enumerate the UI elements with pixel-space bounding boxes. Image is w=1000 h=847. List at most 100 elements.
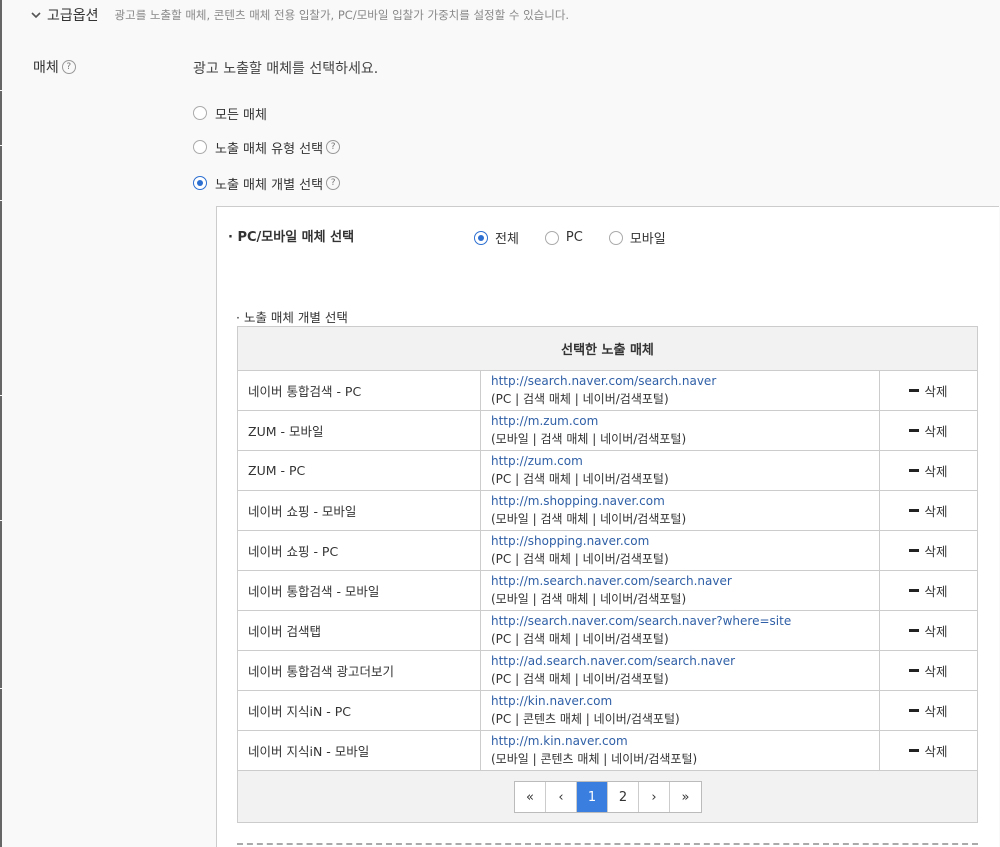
table-row: 네이버 통합검색 - PC http://search.naver.com/sea… (238, 371, 977, 411)
help-icon[interactable]: ? (326, 176, 341, 190)
media-detail: http://search.naver.com/search.naver (PC … (481, 371, 880, 410)
help-icon[interactable]: ? (61, 60, 76, 74)
media-option-all[interactable]: 모든 매체 (193, 104, 267, 123)
delete-button[interactable]: 삭제 (909, 741, 948, 760)
device-option-label: 모바일 (629, 232, 666, 247)
media-option-label: 노출 매체 개별 선택 (215, 177, 324, 193)
media-field-label: 매체 ? (33, 57, 76, 77)
media-name: 네이버 통합검색 - PC (238, 371, 481, 410)
media-detail: http://kin.naver.com (PC | 콘텐츠 매체 | 네이버/검… (481, 691, 880, 730)
delete-button[interactable]: 삭제 (909, 501, 948, 520)
table-row: 네이버 통합검색 - 모바일 http://m.search.naver.com/… (238, 571, 977, 611)
device-option-pc[interactable]: PC (544, 230, 583, 245)
minus-icon (909, 589, 920, 592)
media-url-link[interactable]: http://kin.naver.com (491, 692, 879, 710)
delete-label: 삭제 (924, 424, 948, 439)
delete-button[interactable]: 삭제 (909, 701, 948, 720)
delete-cell: 삭제 (880, 491, 977, 530)
radio-button[interactable] (544, 230, 559, 245)
delete-button[interactable]: 삭제 (909, 381, 948, 400)
media-url-link[interactable]: http://m.kin.naver.com (491, 732, 879, 750)
dashed-divider (237, 843, 978, 845)
media-name: 네이버 검색탭 (238, 611, 481, 650)
delete-cell: 삭제 (880, 731, 977, 770)
individual-select-label: · 노출 매체 개별 선택 (236, 310, 348, 325)
media-detail: http://m.kin.naver.com (모바일 | 콘텐츠 매체 | 네이… (481, 731, 880, 770)
media-label: 매체 (33, 60, 59, 76)
minus-icon (909, 509, 920, 512)
media-name: 네이버 쇼핑 - PC (238, 531, 481, 570)
delete-button[interactable]: 삭제 (909, 541, 948, 560)
media-option-type[interactable]: 노출 매체 유형 선택 ? (193, 138, 341, 157)
advanced-options-header[interactable]: 고급옵션 광고를 노출할 매체, 콘텐츠 매체 전용 입찰가, PC/모바일 입… (30, 5, 569, 25)
media-name: 네이버 지식iN - PC (238, 691, 481, 730)
media-meta: (PC | 콘텐츠 매체 | 네이버/검색포털) (491, 712, 680, 726)
media-url-link[interactable]: http://m.zum.com (491, 412, 879, 430)
media-meta: (모바일 | 검색 매체 | 네이버/검색포털) (491, 512, 687, 526)
minus-icon (909, 709, 920, 712)
delete-cell: 삭제 (880, 651, 977, 690)
page-1-button[interactable]: 1 (577, 782, 608, 812)
radio-button-selected[interactable] (474, 230, 488, 245)
selected-media-table: 선택한 노출 매체 네이버 통합검색 - PC http://search.nav… (237, 326, 978, 823)
media-url-link[interactable]: http://ad.search.naver.com/search.naver (491, 652, 879, 670)
media-option-individual[interactable]: 노출 매체 개별 선택 ? (193, 174, 341, 193)
prev-page-button[interactable]: ‹ (546, 782, 577, 812)
delete-button[interactable]: 삭제 (909, 461, 948, 480)
minus-icon (909, 389, 920, 392)
delete-label: 삭제 (924, 744, 948, 759)
next-page-button[interactable]: › (639, 782, 670, 812)
media-meta: (모바일 | 검색 매체 | 네이버/검색포털) (491, 592, 687, 606)
device-option-mobile[interactable]: 모바일 (608, 228, 666, 247)
delete-cell: 삭제 (880, 371, 977, 410)
delete-cell: 삭제 (880, 451, 977, 490)
table-row: 네이버 검색탭 http://search.naver.com/search.na… (238, 611, 977, 651)
table-row: ZUM - PC http://zum.com (PC | 검색 매체 | 네이버/… (238, 451, 977, 491)
delete-label: 삭제 (924, 624, 948, 639)
radio-button[interactable] (193, 106, 207, 120)
last-page-button[interactable]: » (670, 782, 701, 812)
media-name: 네이버 통합검색 광고더보기 (238, 651, 481, 690)
delete-label: 삭제 (924, 664, 948, 679)
media-detail: http://ad.search.naver.com/search.naver (… (481, 651, 880, 690)
first-page-button[interactable]: « (515, 782, 546, 812)
media-meta: (모바일 | 콘텐츠 매체 | 네이버/검색포털) (491, 752, 698, 766)
device-options: 전체 PC 모바일 (474, 228, 692, 247)
media-instruction: 광고 노출할 매체를 선택하세요. (193, 61, 379, 77)
table-body: 네이버 통합검색 - PC http://search.naver.com/sea… (238, 371, 977, 771)
media-meta: (PC | 검색 매체 | 네이버/검색포털) (491, 472, 669, 486)
media-meta: (PC | 검색 매체 | 네이버/검색포털) (491, 632, 669, 646)
table-row: 네이버 지식iN - PC http://kin.naver.com (PC | 콘… (238, 691, 977, 731)
media-url-link[interactable]: http://shopping.naver.com (491, 532, 879, 550)
delete-label: 삭제 (924, 584, 948, 599)
delete-button[interactable]: 삭제 (909, 421, 948, 440)
delete-button[interactable]: 삭제 (909, 621, 948, 640)
table-row: 네이버 쇼핑 - 모바일 http://m.shopping.naver.com (… (238, 491, 977, 531)
media-name: ZUM - 모바일 (238, 411, 481, 450)
delete-label: 삭제 (924, 504, 948, 519)
device-option-all[interactable]: 전체 (474, 228, 519, 247)
radio-button[interactable] (608, 230, 623, 245)
media-url-link[interactable]: http://search.naver.com/search.naver (491, 372, 879, 390)
media-meta: (PC | 검색 매체 | 네이버/검색포털) (491, 552, 669, 566)
media-url-link[interactable]: http://zum.com (491, 452, 879, 470)
delete-label: 삭제 (924, 544, 948, 559)
media-detail: http://search.naver.com/search.naver?whe… (481, 611, 880, 650)
pagination: « ‹ 1 2 › » (514, 781, 702, 813)
page-2-button[interactable]: 2 (608, 782, 639, 812)
media-detail: http://zum.com (PC | 검색 매체 | 네이버/검색포털) (481, 451, 880, 490)
media-url-link[interactable]: http://search.naver.com/search.naver?whe… (491, 612, 879, 630)
delete-button[interactable]: 삭제 (909, 581, 948, 600)
delete-button[interactable]: 삭제 (909, 661, 948, 680)
media-meta: (PC | 검색 매체 | 네이버/검색포털) (491, 672, 669, 686)
media-name: ZUM - PC (238, 451, 481, 490)
table-row: 네이버 쇼핑 - PC http://shopping.naver.com (PC … (238, 531, 977, 571)
help-icon[interactable]: ? (326, 140, 341, 154)
media-name: 네이버 쇼핑 - 모바일 (238, 491, 481, 530)
radio-button-selected[interactable] (193, 176, 207, 190)
media-url-link[interactable]: http://m.search.naver.com/search.naver (491, 572, 879, 590)
media-name: 네이버 지식iN - 모바일 (238, 731, 481, 770)
radio-button[interactable] (193, 140, 207, 154)
delete-label: 삭제 (924, 384, 948, 399)
media-url-link[interactable]: http://m.shopping.naver.com (491, 492, 879, 510)
